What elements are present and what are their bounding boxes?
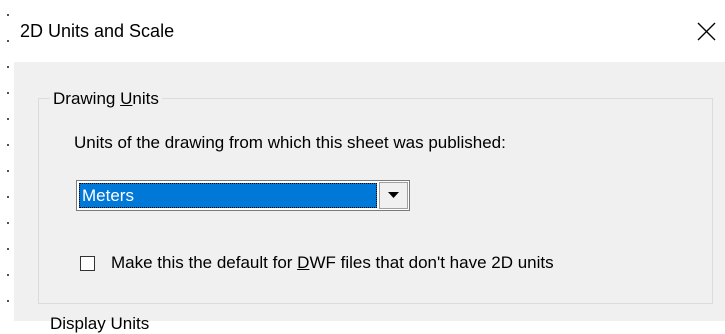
drawing-units-legend: Drawing Units [50,88,162,109]
close-button[interactable] [687,10,725,52]
units-and-scale-dialog: 2D Units and Scale Drawing Units Units o… [14,0,725,333]
title-bar: 2D Units and Scale [14,0,725,62]
close-icon [697,22,715,40]
background-window-edge [0,0,14,321]
display-units-legend: Display Units [50,314,150,333]
default-units-checkbox-row[interactable]: Make this the default for DWF files that… [80,252,554,274]
units-dropdown[interactable]: Meters [76,180,410,211]
chevron-down-icon [388,192,399,198]
default-units-checkbox-label[interactable]: Make this the default for DWF files that… [111,252,554,274]
dialog-title: 2D Units and Scale [20,21,175,41]
units-description: Units of the drawing from which this she… [74,133,506,152]
units-dropdown-value[interactable]: Meters [79,183,377,208]
dropdown-arrow-button[interactable] [379,182,408,209]
default-units-checkbox[interactable] [80,255,95,271]
